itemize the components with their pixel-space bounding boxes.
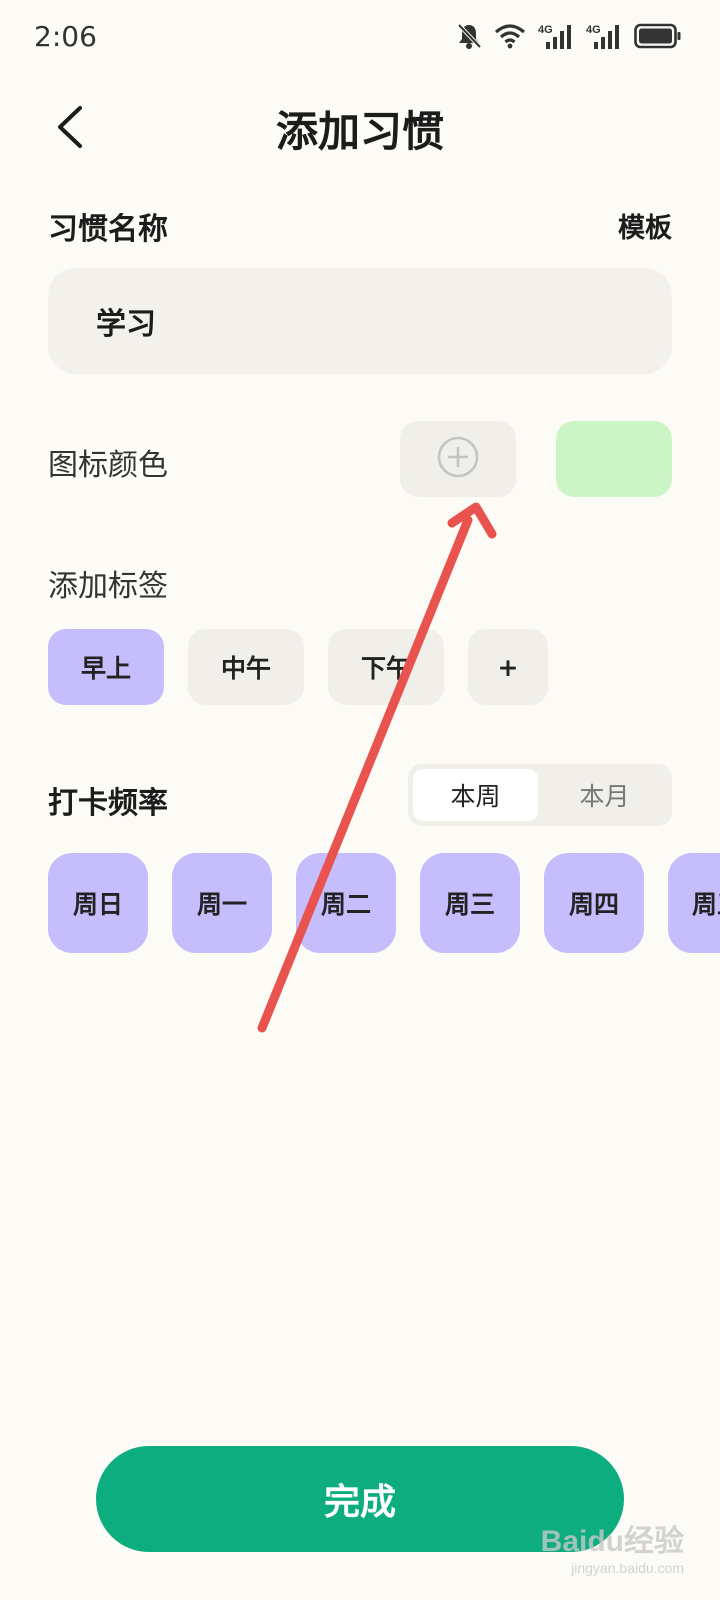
day-chip-thursday[interactable]: 周四 <box>544 853 644 953</box>
signal-4g-icon: 4G <box>586 22 622 50</box>
day-chip-monday[interactable]: 周一 <box>172 853 272 953</box>
watermark-sub: jingyan.baidu.com <box>571 1560 684 1576</box>
habit-name-label: 习惯名称 <box>48 212 168 247</box>
bell-muted-icon <box>456 22 482 50</box>
battery-icon <box>634 23 682 49</box>
frequency-label: 打卡频率 <box>48 786 168 821</box>
segment-this-week[interactable]: 本周 <box>413 769 538 821</box>
add-tag-button[interactable]: + <box>468 629 548 705</box>
tag-chip-morning[interactable]: 早上 <box>48 629 164 705</box>
signal-4g-icon: 4G <box>538 22 574 50</box>
day-chip-sunday[interactable]: 周日 <box>48 853 148 953</box>
day-chip-wednesday[interactable]: 周三 <box>420 853 520 953</box>
page-title: 添加习惯 <box>275 107 444 156</box>
status-time: 2:06 <box>34 20 97 53</box>
icon-picker-button[interactable] <box>400 421 516 497</box>
plus-circle-icon <box>436 435 480 483</box>
network-label-1: 4G <box>538 24 553 36</box>
segment-this-month[interactable]: 本月 <box>542 769 667 821</box>
watermark-main: Baidu经验 <box>540 1525 684 1558</box>
habit-name-input[interactable]: 学习 <box>48 268 672 374</box>
color-swatch[interactable] <box>556 421 672 497</box>
add-tags-label: 添加标签 <box>48 569 168 604</box>
day-chip-tuesday[interactable]: 周二 <box>296 853 396 953</box>
icon-color-label: 图标颜色 <box>48 448 168 483</box>
frequency-period-toggle: 本周 本月 <box>408 764 672 826</box>
day-chip-friday[interactable]: 周五 <box>668 853 720 953</box>
status-icons: 4G 4G <box>456 22 682 50</box>
tag-chip-noon[interactable]: 中午 <box>188 629 304 705</box>
tag-chip-afternoon[interactable]: 下午 <box>328 629 444 705</box>
template-link[interactable]: 模板 <box>618 206 672 245</box>
network-label-2: 4G <box>586 24 601 36</box>
wifi-icon <box>494 23 526 49</box>
watermark: Baidu经验 jingyan.baidu.com <box>541 1516 684 1576</box>
status-bar: 2:06 4G 4G <box>0 0 720 76</box>
